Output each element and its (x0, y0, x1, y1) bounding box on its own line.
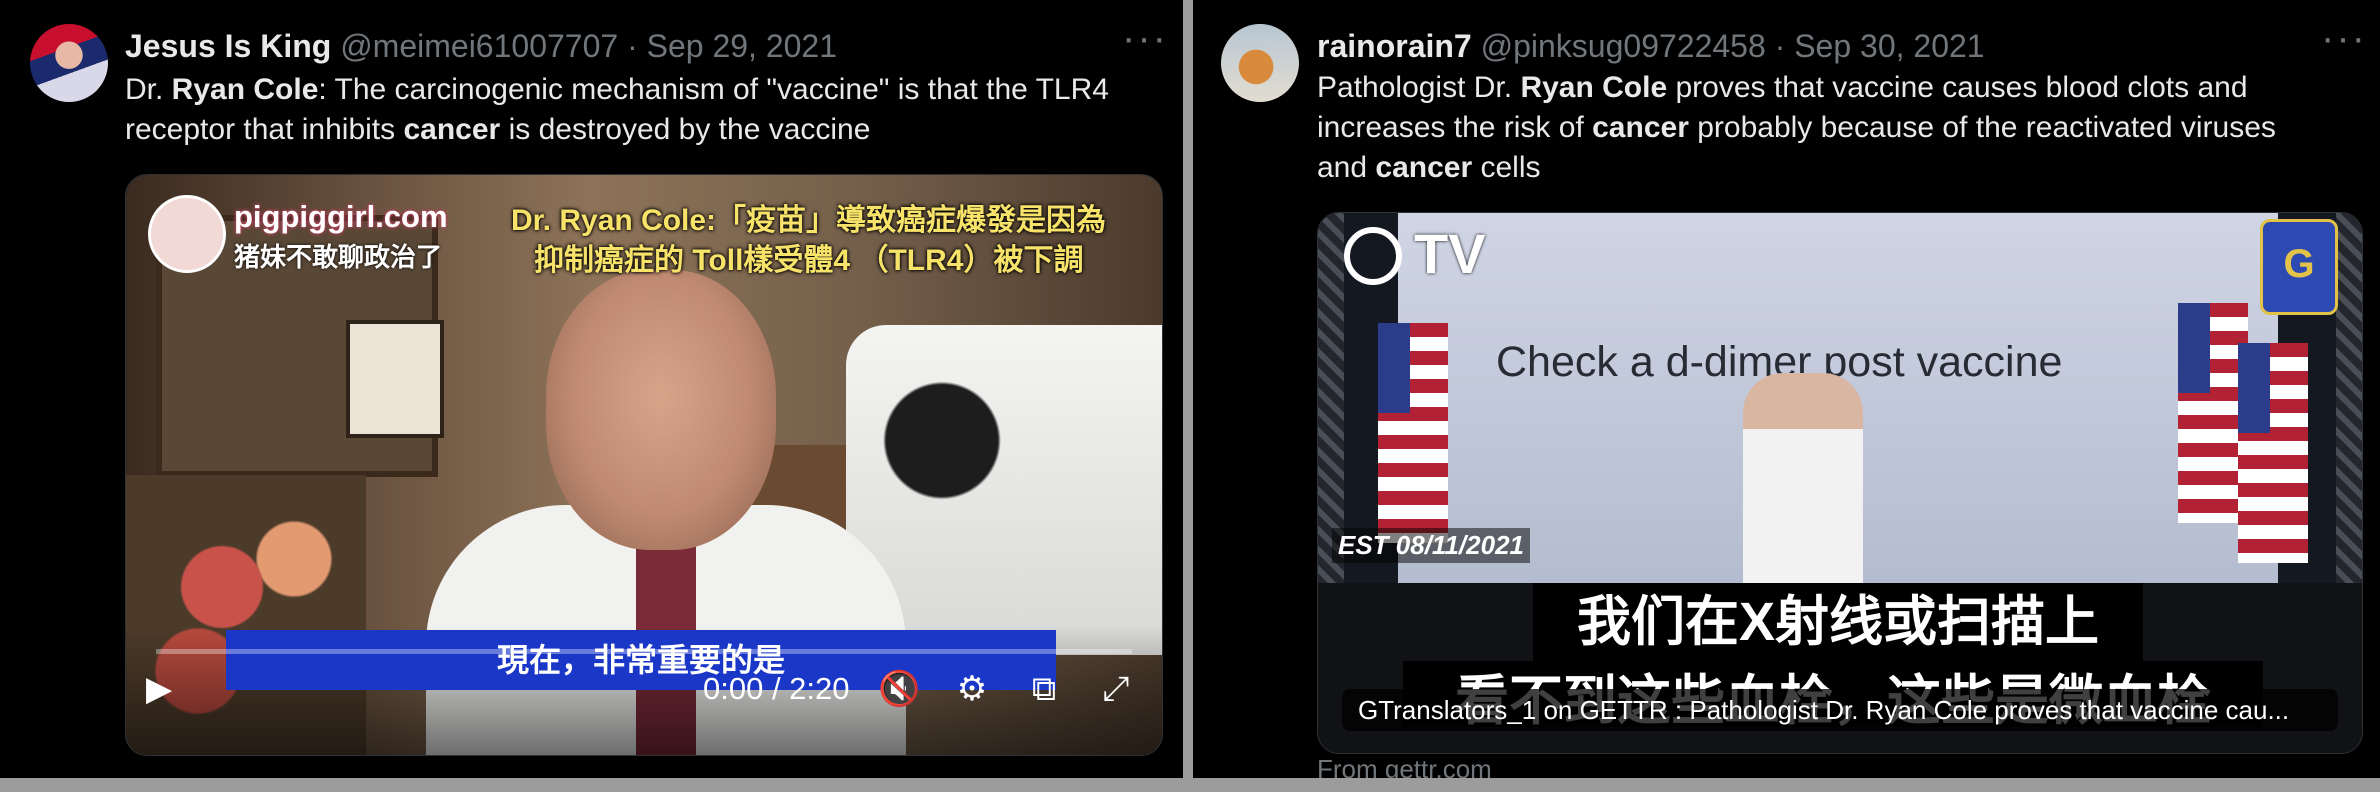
tweet-date[interactable]: Sep 29, 2021 (647, 28, 837, 64)
stage-truss (2336, 213, 2362, 613)
separator: · (1774, 28, 1786, 64)
flag (2238, 343, 2308, 563)
tweet-2: rainorain7 @pinksug09722458 · Sep 30, 20… (1193, 0, 2380, 778)
text-part: Dr. (125, 73, 172, 106)
text-part-bold: Ryan Cole (1520, 71, 1668, 104)
source-link[interactable]: From gettr.com (1317, 754, 1492, 778)
link-caption[interactable]: GTranslators_1 on GETTR : Pathologist Dr… (1342, 689, 2338, 731)
flag (1378, 323, 1448, 543)
pip-icon[interactable]: ⧉ (1023, 669, 1065, 711)
text-part: probably because of the reactivated viru… (1688, 111, 2276, 144)
video-time: 0:00 / 2:20 (703, 671, 850, 706)
text-part: increases the risk of (1317, 111, 1593, 144)
text-part: and (1317, 151, 1376, 184)
watermark-site: pigpiggirl.com (234, 199, 448, 234)
gtv-brand: TV (1414, 222, 1486, 285)
mute-icon[interactable]: 🔇 (878, 669, 920, 711)
tweet-text: Dr. Ryan Cole: The carcinogenic mechanis… (125, 70, 1175, 150)
text-part: is destroyed by the vaccine (500, 113, 871, 146)
avatar[interactable] (30, 24, 108, 102)
speaker-head (546, 270, 776, 550)
text-part: : The carcinogenic mechanism of "vaccine… (318, 73, 1109, 106)
video-caption-line2: 抑制癌症的 Toll樣受體4 （TLR4）被下調 (534, 244, 1084, 277)
tweet-1: Jesus Is King @meimei61007707 · Sep 29, … (0, 0, 1183, 778)
display-name[interactable]: rainorain7 (1317, 28, 1472, 64)
text-part-bold: Ryan Cole (171, 73, 319, 106)
user-handle[interactable]: @pinksug09722458 (1481, 28, 1766, 64)
text-part-bold: cancer (403, 113, 501, 146)
gtv-logo-icon (1344, 227, 1402, 285)
text-part-bold: cancer (1375, 151, 1473, 184)
video-player[interactable]: pigpiggirl.com 猪妹不敢聊政治了 Dr. Ryan Cole:「疫… (125, 174, 1163, 756)
tweet-text: Pathologist Dr. Ryan Cole proves that va… (1317, 68, 2367, 188)
avatar[interactable] (1221, 24, 1299, 102)
progress-bar[interactable] (156, 649, 1132, 654)
channel-logo (148, 195, 226, 273)
fullscreen-icon[interactable]: ⤢ (1095, 669, 1137, 711)
text-part: Pathologist Dr. (1317, 71, 1521, 104)
tweet-header: Jesus Is King @meimei61007707 · Sep 29, … (125, 26, 837, 66)
wall-sign (346, 320, 444, 438)
tweet-header: rainorain7 @pinksug09722458 · Sep 30, 20… (1317, 26, 1985, 66)
more-options-icon[interactable]: ··· (1122, 18, 1168, 58)
tweet-date[interactable]: Sep 30, 2021 (1794, 28, 1984, 64)
play-icon[interactable]: ▶ (146, 669, 172, 709)
watermark-sub: 猪妹不敢聊政治了 (234, 242, 443, 272)
separator: · (627, 28, 638, 64)
settings-icon[interactable]: ⚙ (951, 669, 993, 711)
user-handle[interactable]: @meimei61007707 (340, 28, 618, 64)
display-name[interactable]: Jesus Is King (125, 28, 331, 64)
text-part-bold: cancer (1592, 111, 1689, 144)
date-stamp: EST 08/11/2021 (1332, 528, 1530, 563)
video-subtitle-line1: 我们在X射线或扫描上 (1533, 583, 2143, 661)
more-options-icon[interactable]: ··· (2321, 18, 2367, 58)
gtranslators-badge: G (2260, 219, 2338, 315)
text-part: receptor that inhibits (125, 113, 404, 146)
video-caption-line1: Dr. Ryan Cole:「疫苗」導致癌症爆發是因為 (511, 204, 1107, 237)
text-part: cells (1472, 151, 1541, 184)
video-subtitle: 現在，非常重要的是 (226, 630, 1056, 690)
text-part: proves that vaccine causes blood clots a… (1667, 71, 2248, 104)
video-player[interactable]: Check a d-dimer post vaccine TV G EST 08… (1317, 212, 2363, 754)
